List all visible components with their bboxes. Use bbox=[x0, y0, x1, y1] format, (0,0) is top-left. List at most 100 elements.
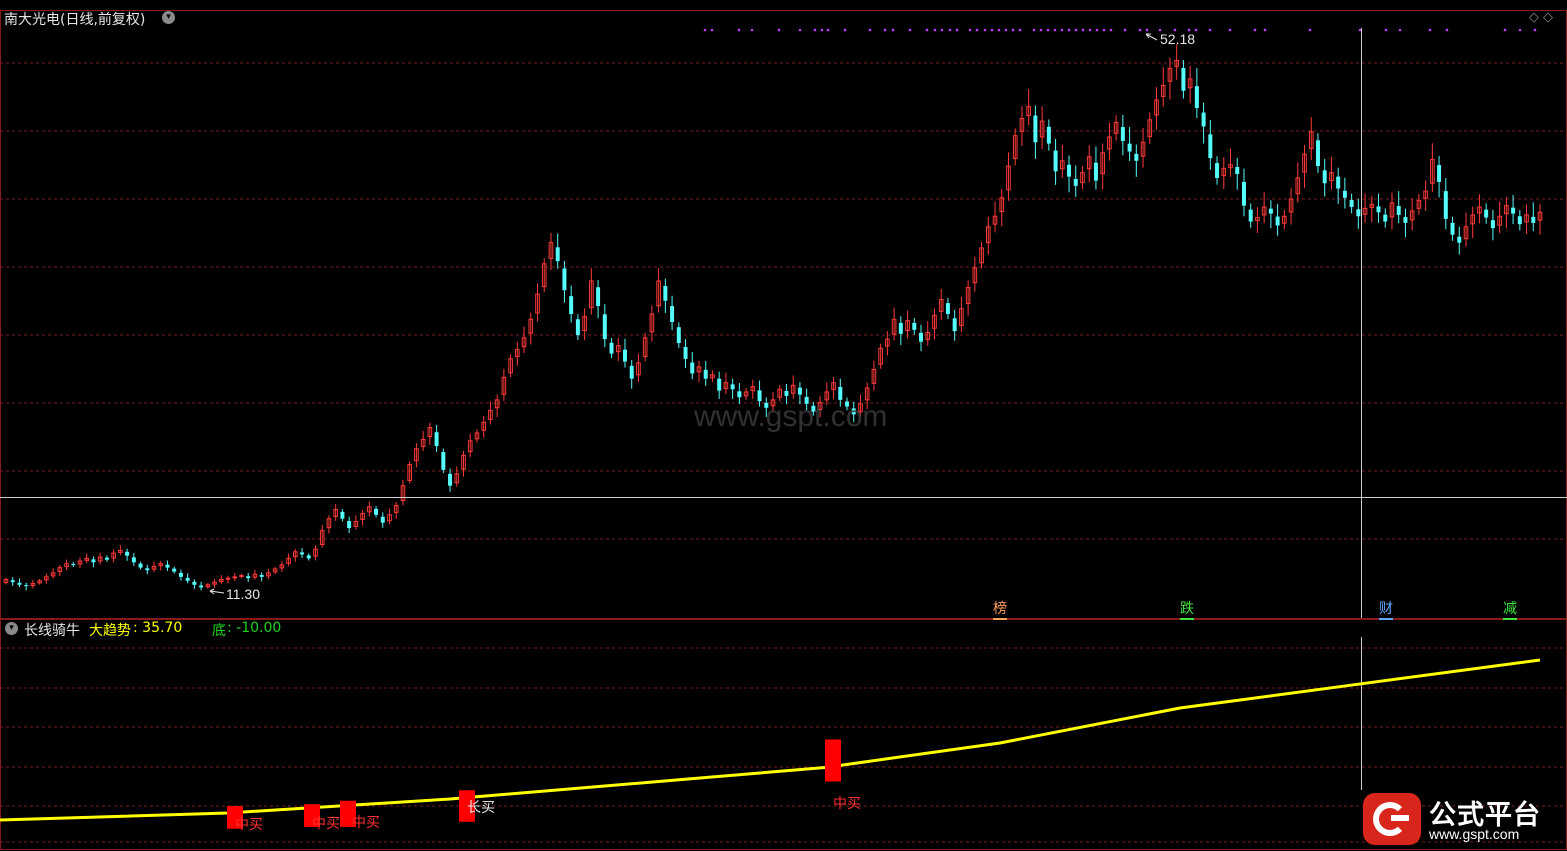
candle-body bbox=[1531, 216, 1536, 223]
signal-dot bbox=[1503, 28, 1507, 32]
candle-body bbox=[676, 327, 681, 344]
candle-body bbox=[1356, 209, 1361, 217]
signal-dot bbox=[925, 28, 929, 32]
signal-dot bbox=[737, 28, 741, 32]
event-tag-drop[interactable]: 跌 bbox=[1180, 598, 1194, 620]
candle-body bbox=[1194, 86, 1199, 108]
candle-body bbox=[91, 559, 96, 563]
signal-dot bbox=[1208, 28, 1212, 32]
title-menu-chevron-icon[interactable]: ▾ bbox=[162, 11, 175, 24]
candle-body bbox=[945, 303, 950, 314]
candle-body bbox=[602, 314, 607, 340]
signal-dot bbox=[883, 28, 887, 32]
candle-body bbox=[1396, 206, 1401, 215]
gspt-logo: 公式平台 www.gspt.com bbox=[1363, 793, 1555, 845]
candle-body bbox=[145, 568, 150, 571]
candle-body bbox=[1490, 220, 1495, 229]
candle-body bbox=[784, 390, 789, 396]
candle-body bbox=[1093, 162, 1098, 181]
candle-body bbox=[1053, 150, 1058, 172]
candle-body bbox=[1134, 153, 1139, 161]
stock-title[interactable]: 南大光电(日线,前复权) bbox=[4, 9, 145, 29]
candle-body bbox=[562, 268, 567, 291]
candle-body bbox=[1073, 178, 1078, 186]
candle-body bbox=[609, 342, 614, 354]
candle-body bbox=[1315, 140, 1320, 167]
signal-dot bbox=[1145, 28, 1149, 32]
candle-body bbox=[306, 555, 311, 559]
signal-dot bbox=[1046, 28, 1050, 32]
indicator-menu-chevron-icon[interactable]: ▾ bbox=[5, 622, 18, 635]
gspt-logo-icon bbox=[1363, 793, 1421, 845]
candle-body bbox=[1336, 176, 1341, 189]
event-tag-list[interactable]: 榜 bbox=[993, 598, 1007, 620]
signal-dot bbox=[997, 28, 1001, 32]
candle-body bbox=[737, 391, 742, 398]
candle-body bbox=[374, 508, 379, 515]
top-right-diamond-icons[interactable]: ◇ ◇ bbox=[1529, 10, 1553, 25]
signal-dot bbox=[750, 28, 754, 32]
indicator-name[interactable]: 长线骑牛 bbox=[24, 620, 80, 640]
candle-body bbox=[898, 322, 903, 334]
signal-dot bbox=[868, 28, 872, 32]
candle-body bbox=[1342, 190, 1347, 198]
signal-dot bbox=[710, 28, 714, 32]
signal-dot bbox=[1102, 28, 1106, 32]
signal-dot bbox=[1194, 28, 1198, 32]
candle-body bbox=[178, 572, 183, 577]
buy-signal-bar bbox=[825, 739, 841, 782]
candle-body bbox=[434, 432, 439, 447]
signal-dot bbox=[1138, 28, 1142, 32]
signal-dot bbox=[975, 28, 979, 32]
candle-body bbox=[912, 322, 917, 330]
event-tag-finance[interactable]: 财 bbox=[1379, 598, 1393, 620]
candle-body bbox=[24, 585, 29, 587]
signal-dot bbox=[1308, 28, 1312, 32]
event-tag-reduce[interactable]: 减 bbox=[1503, 598, 1517, 620]
watermark: www.gspt.com bbox=[693, 400, 887, 433]
signal-dot bbox=[948, 28, 952, 32]
candle-body bbox=[717, 378, 722, 391]
signal-dot bbox=[1060, 28, 1064, 32]
candle-body bbox=[797, 387, 802, 395]
low-price-label: 11.30 bbox=[226, 586, 260, 602]
signal-dot bbox=[1384, 28, 1388, 32]
candle-body bbox=[259, 574, 264, 577]
candle-body bbox=[192, 581, 197, 585]
signal-dot bbox=[1253, 28, 1257, 32]
buy-label: 中买 bbox=[352, 815, 380, 831]
candle-body bbox=[1403, 216, 1408, 223]
chart-svg[interactable]: 52.18 11.30 www.gspt.com bbox=[0, 0, 1567, 851]
candle-body bbox=[1201, 112, 1206, 127]
candle-body bbox=[71, 563, 76, 565]
price-extreme-labels: 52.18 11.30 bbox=[209, 31, 1195, 602]
candle-body bbox=[1511, 207, 1516, 214]
signal-dot bbox=[983, 28, 987, 32]
signal-dot bbox=[933, 28, 937, 32]
candle-body bbox=[629, 365, 634, 379]
candle-body bbox=[1127, 143, 1132, 152]
candle-body bbox=[17, 582, 22, 585]
candle-body bbox=[347, 521, 352, 528]
signal-dot bbox=[813, 28, 817, 32]
logo-url: www.gspt.com bbox=[1429, 826, 1520, 842]
trend-label: 大趋势 bbox=[89, 623, 131, 639]
candle-body bbox=[340, 511, 345, 519]
candle-body bbox=[1443, 191, 1448, 219]
signal-dot bbox=[1263, 28, 1267, 32]
low-price-arrow bbox=[209, 588, 225, 595]
candle-body bbox=[1437, 165, 1442, 182]
signal-dot bbox=[1018, 28, 1022, 32]
candle-body bbox=[239, 575, 244, 578]
main-pane-frame bbox=[0, 10, 1567, 619]
signal-dot bbox=[940, 28, 944, 32]
candle-body bbox=[10, 580, 15, 583]
candle-body bbox=[730, 384, 735, 390]
candle-body bbox=[131, 557, 136, 563]
signal-dot bbox=[1053, 28, 1057, 32]
candle-body bbox=[1235, 167, 1240, 174]
candle-body bbox=[1215, 163, 1220, 178]
signal-dot bbox=[891, 28, 895, 32]
signal-dot bbox=[1428, 28, 1432, 32]
candle-body bbox=[1383, 214, 1388, 222]
